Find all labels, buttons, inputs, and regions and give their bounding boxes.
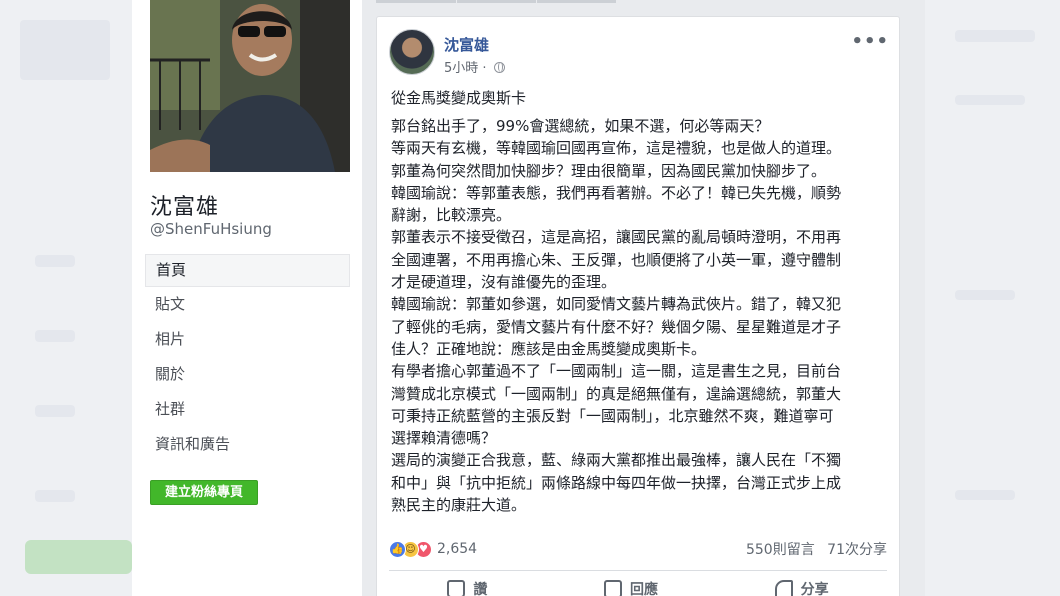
- post-line: 郭台銘出手了，99%會選總統，如果不選，何必等兩天？: [391, 117, 770, 135]
- like-reaction-icon: 👍: [389, 540, 406, 558]
- comment-label: 回應: [629, 582, 658, 596]
- post-line: 熟民主的康莊大道。: [391, 496, 527, 515]
- post-actions: 讚 回應 分享: [389, 579, 887, 596]
- blurred-element: [955, 290, 1015, 300]
- page-nav: 首頁 貼文 相片 關於 社群 資訊和廣告: [145, 254, 350, 462]
- like-icon: [447, 580, 466, 596]
- nav-item-home[interactable]: 首頁: [145, 254, 350, 287]
- post-card: 沈富雄 5小時 · ••• 從金馬獎變成奧斯卡 郭台銘出手了，99%會選總統，如…: [376, 16, 900, 596]
- share-count[interactable]: 71次分享: [827, 542, 887, 558]
- globe-icon: [493, 62, 505, 73]
- reaction-count: 2,654: [437, 541, 478, 557]
- divider: [389, 570, 887, 571]
- post-line: 佳人？正確地說：應該是由金馬獎變成奧斯卡。: [391, 339, 707, 358]
- post-stats: 550則留言 71次分享: [738, 539, 887, 559]
- post-title: 從金馬獎變成奧斯卡: [391, 89, 527, 107]
- author-avatar[interactable]: [389, 29, 435, 75]
- post-body: 郭台銘出手了，99%會選總統，如果不選，何必等兩天？ 等兩天有玄機，等韓國瑜回國…: [391, 115, 891, 516]
- blurred-element: [955, 95, 1025, 105]
- share-button[interactable]: 分享: [774, 579, 829, 596]
- post-line: 辭謝，比較漂亮。: [391, 206, 512, 225]
- blurred-element: [955, 490, 1015, 500]
- blurred-element: [955, 30, 1035, 42]
- like-label: 讚: [473, 582, 488, 596]
- nav-item-posts[interactable]: 貼文: [145, 287, 350, 322]
- comment-count[interactable]: 550則留言: [746, 542, 815, 558]
- post-line: 等兩天有玄機，等韓國瑜回國再宣佈，這是禮貌，也是做人的道理。: [391, 139, 842, 158]
- post-line: 郭董表示不接受徵召，這是高招，讓國民黨的亂局頓時澄明，不用再: [391, 228, 842, 247]
- blurred-element: [35, 330, 75, 342]
- profile-photo-image: [150, 0, 350, 172]
- comment-icon: [603, 580, 622, 596]
- profile-cover-photo[interactable]: [150, 0, 350, 172]
- post-line: 可秉持正統藍營的主張反對「一國兩制」，北京雖然不爽，難道寧可: [391, 406, 834, 425]
- blurred-element: [35, 255, 75, 267]
- post-line: 才是硬道理，沒有誰優先的歪理。: [391, 273, 617, 292]
- post-line: 了輕佻的毛病，愛情文藝片有什麼不好？幾個夕陽、星星難道是才子: [391, 317, 842, 336]
- post-line: 有學者擔心郭董過不了「一國兩制」這一關，這是書生之見，目前台: [391, 362, 842, 381]
- blurred-button: [25, 540, 132, 574]
- comment-button[interactable]: 回應: [603, 579, 658, 596]
- post-line: 韓國瑜說：等郭董表態，我們再看著辦。不必了！韓已失先機，順勢: [391, 183, 842, 202]
- page-name: 沈富雄: [150, 195, 220, 220]
- nav-item-community[interactable]: 社群: [145, 392, 350, 427]
- post-line: 選擇賴清德嗎？: [391, 429, 497, 448]
- post-line: 灣贊成北京模式「一國兩制」的真是絕無僅有，遑論選總統，郭董大: [391, 384, 842, 403]
- post-meta: 5小時 ·: [444, 57, 505, 76]
- post-line: 和中」與「抗中拒統」兩條路線中每四年做一抉擇，台灣正式步上成: [391, 473, 842, 492]
- blurred-element: [35, 405, 75, 417]
- post-line: 選局的演變正合我意，藍、綠兩大黨都推出最強棒，讓人民在「不獨: [391, 451, 842, 470]
- blurred-element: [20, 20, 110, 80]
- nav-item-about[interactable]: 關於: [145, 357, 350, 392]
- post-author[interactable]: 沈富雄: [444, 34, 489, 55]
- post-line: 韓國瑜說：郭董如參選，如同愛情文藝片轉為武俠片。錯了，韓又犯: [391, 295, 842, 314]
- nav-item-photos[interactable]: 相片: [145, 322, 350, 357]
- post-line: 全國連署，不用再擔心朱、王反彈，也順便將了小英一軍，遵守體制: [391, 250, 842, 269]
- more-icon[interactable]: •••: [851, 31, 889, 52]
- previous-post-edge: [376, 0, 616, 3]
- share-label: 分享: [800, 582, 829, 596]
- background-right: [925, 0, 1060, 596]
- background-left: [0, 0, 132, 596]
- post-line: 郭董為何突然間加快腳步？理由很簡單，因為國民黨加快腳步了。: [391, 161, 827, 180]
- blurred-element: [35, 490, 75, 502]
- page-handle[interactable]: @ShenFuHsiung: [150, 220, 272, 238]
- reactions-summary[interactable]: 👍 ☺ ♥ 2,654: [389, 539, 477, 559]
- create-page-button[interactable]: 建立粉絲專頁: [150, 480, 258, 505]
- like-button[interactable]: 讚: [447, 579, 487, 596]
- nav-item-info-ads[interactable]: 資訊和廣告: [145, 427, 350, 462]
- share-icon: [774, 580, 793, 596]
- post-time[interactable]: 5小時 ·: [444, 61, 487, 76]
